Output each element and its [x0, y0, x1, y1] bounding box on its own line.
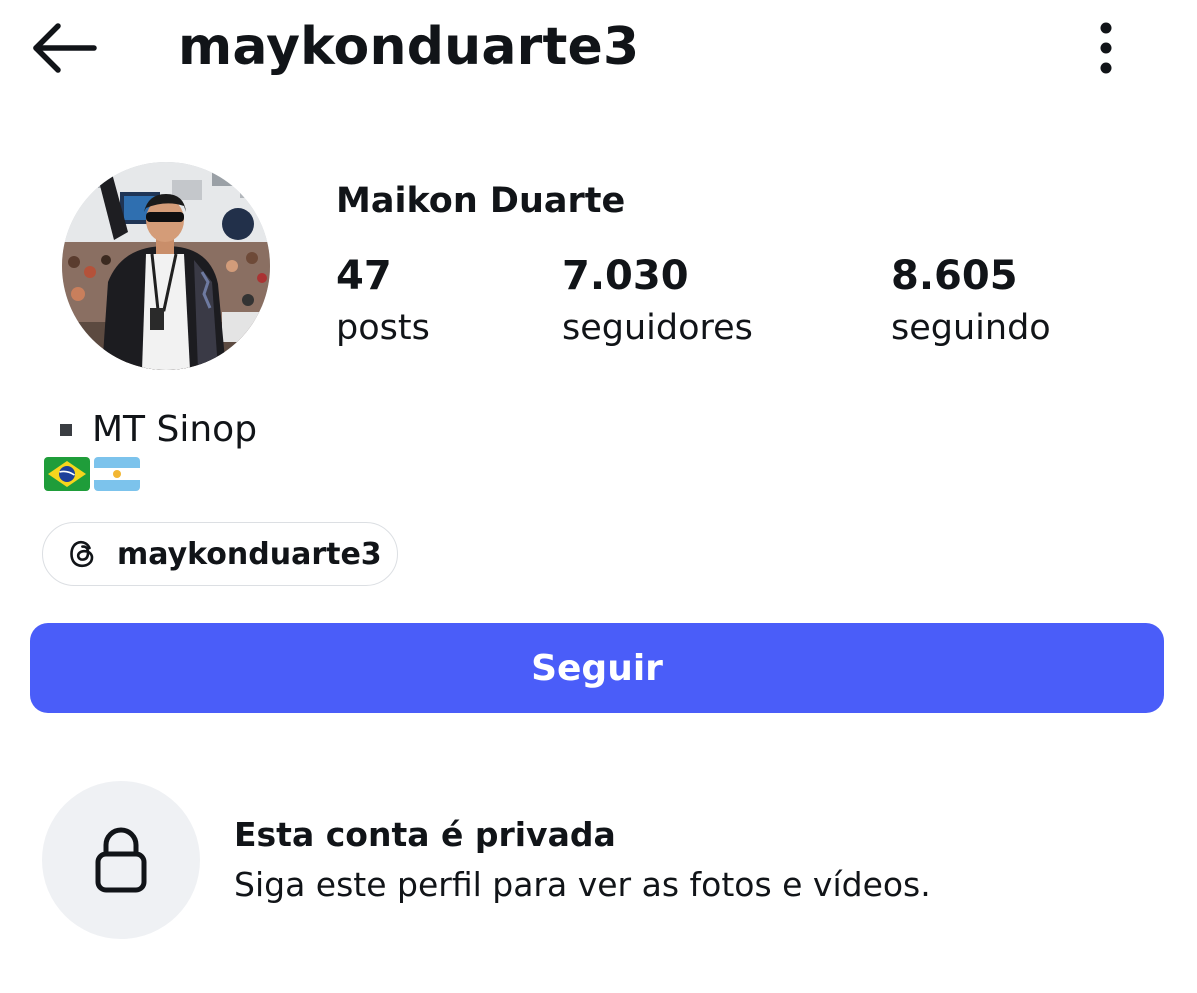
argentina-flag-icon	[94, 457, 140, 491]
arrow-left-icon	[33, 23, 97, 73]
threads-link[interactable]: maykonduarte3	[42, 522, 398, 586]
followers-count-label: seguidores	[562, 308, 753, 348]
followers-count-value: 7.030	[562, 253, 689, 299]
back-button[interactable]	[28, 18, 104, 78]
page-title: maykonduarte3	[178, 17, 640, 77]
private-account-title: Esta conta é privada	[234, 815, 616, 854]
brazil-flag-icon	[44, 457, 90, 491]
following-count-label: seguindo	[891, 308, 1051, 348]
threads-link-label: maykonduarte3	[117, 536, 382, 572]
profile-full-name: Maikon Duarte	[336, 181, 626, 221]
more-options-button[interactable]	[1082, 18, 1130, 78]
threads-icon	[70, 540, 94, 568]
posts-count-value: 47	[336, 253, 392, 299]
following-count-value: 8.605	[891, 253, 1018, 299]
posts-count[interactable]: 47 posts	[336, 250, 430, 354]
following-count[interactable]: 8.605 seguindo	[891, 250, 1051, 354]
bio-flags	[44, 457, 140, 491]
private-account-subtitle: Siga este perfil para ver as fotos e víd…	[234, 865, 931, 904]
bio-location: MT Sinop	[60, 406, 257, 454]
followers-count[interactable]: 7.030 seguidores	[562, 250, 753, 354]
lock-icon	[95, 827, 147, 893]
private-lock-badge	[42, 781, 200, 939]
avatar[interactable]	[62, 162, 270, 370]
follow-button[interactable]: Seguir	[30, 623, 1164, 713]
posts-count-label: posts	[336, 308, 430, 348]
vertical-ellipsis-icon	[1100, 22, 1112, 74]
profile-photo	[62, 162, 270, 370]
bullet-icon	[60, 424, 72, 436]
follow-button-label: Seguir	[531, 647, 663, 689]
bio-location-text: MT Sinop	[92, 409, 258, 450]
